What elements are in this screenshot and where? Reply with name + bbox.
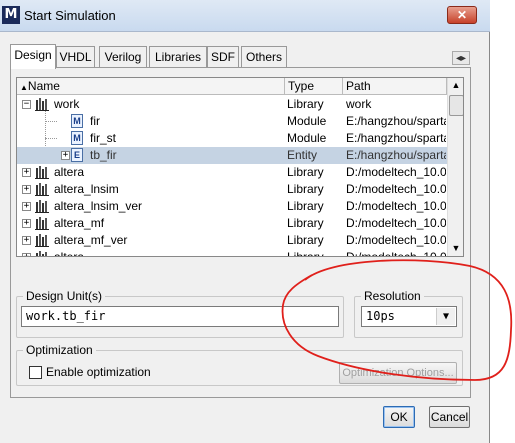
enable-optimization-checkbox[interactable] — [29, 366, 42, 379]
tree-row-path: E:/hangzhou/spartan — [346, 114, 446, 128]
tree-row-name: fir_st — [90, 131, 117, 145]
tree-row[interactable]: + altera_mf_ver Library D:/modeltech_10.0c/ — [17, 232, 447, 249]
column-header-name[interactable]: ▲Name — [17, 78, 285, 95]
tab-vhdl[interactable]: VHDL — [56, 46, 95, 68]
tree-row-name: altera_mf_ver — [54, 233, 128, 247]
resolution-dropdown[interactable]: 10ps ▼ — [361, 306, 457, 327]
tree-row-path: D:/modeltech_10.0c/ — [346, 216, 446, 230]
tree-row-path: D:/modeltech_10.0c/ — [346, 165, 446, 179]
tree-row[interactable]: + altera_lnsim_ver Library D:/modeltech_10.… — [17, 198, 447, 215]
library-icon — [35, 182, 49, 196]
tree-row-type: Module — [287, 131, 327, 145]
tree-row-path: E:/hangzhou/spartan — [346, 148, 446, 162]
design-unit-label: Design Unit(s) — [23, 289, 106, 303]
expand-icon[interactable]: + — [22, 202, 31, 211]
tree-row-name: altera_mf — [54, 216, 105, 230]
tree-row-path: D:/modeltech_10.0c/ — [346, 182, 446, 196]
tree-row-type: Module — [287, 114, 327, 128]
expand-icon[interactable]: + — [22, 168, 31, 177]
tree-row-type: Library — [287, 165, 324, 179]
tree-row-path: D:/modeltech_10.0c/ — [346, 250, 446, 257]
tree-row[interactable]: + altera_... Library D:/modeltech_10.0c/ — [17, 249, 447, 257]
resolution-value: 10ps — [366, 309, 395, 323]
enable-optimization-label[interactable]: Enable optimization — [46, 365, 151, 379]
tree-row-name: work — [54, 97, 80, 111]
library-icon — [35, 97, 49, 111]
tab-design[interactable]: Design — [10, 44, 56, 69]
optimization-group: Optimization Enable optimization Optimiz… — [16, 343, 463, 386]
tree-row[interactable]: + altera Library D:/modeltech_10.0c/ — [17, 164, 447, 181]
tree-row-name: altera_lnsim — [54, 182, 119, 196]
tree-row[interactable]: + altera_lnsim Library D:/modeltech_10.0c/ — [17, 181, 447, 198]
expand-icon[interactable]: + — [22, 219, 31, 228]
tree-row-name: tb_fir — [90, 148, 117, 162]
expand-icon[interactable]: + — [22, 236, 31, 245]
expand-icon[interactable]: + — [61, 151, 70, 160]
optimization-label: Optimization — [23, 343, 96, 357]
dropdown-arrow-icon[interactable]: ▼ — [436, 308, 455, 325]
tree-row-type: Library — [287, 216, 324, 230]
tree-row-name: fir — [90, 114, 100, 128]
tree-row-path: D:/modeltech_10.0c/ — [346, 233, 446, 247]
tab-others[interactable]: Others — [241, 46, 287, 68]
tab-sdf[interactable]: SDF — [207, 46, 239, 68]
tree-row-type: Entity — [287, 148, 318, 162]
tree-row[interactable]: − work Library work — [17, 96, 447, 113]
tree-row-path: D:/modeltech_10.0c/ — [346, 199, 446, 213]
resolution-label: Resolution — [361, 289, 424, 303]
tree-row[interactable]: + altera_mf Library D:/modeltech_10.0c/ — [17, 215, 447, 232]
resolution-group: Resolution 10ps ▼ — [354, 289, 463, 338]
tree-row-type: Library — [287, 250, 324, 257]
library-icon — [35, 216, 49, 230]
library-icon — [35, 199, 49, 213]
tree-row[interactable]: + Etb_fir Entity E:/hangzhou/spartan — [17, 147, 447, 164]
column-header-type[interactable]: Type — [285, 78, 343, 95]
vertical-scrollbar[interactable]: ▲ ▼ — [447, 78, 463, 256]
column-header-path[interactable]: Path — [343, 78, 447, 95]
ok-button[interactable]: OK — [383, 406, 415, 428]
collapse-icon[interactable]: − — [22, 100, 31, 109]
library-icon — [35, 250, 49, 256]
module-file-icon: M — [71, 114, 83, 128]
cancel-button[interactable]: Cancel — [429, 406, 470, 428]
vertical-scroll-thumb[interactable] — [449, 95, 463, 116]
entity-icon: E — [71, 148, 83, 162]
module-file-icon: M — [71, 131, 83, 145]
tree-row-path: work — [346, 97, 372, 111]
close-button[interactable]: ✕ — [447, 6, 477, 24]
start-simulation-dialog: M Start Simulation ✕ Design VHDL Verilog… — [0, 0, 490, 443]
design-unit-group: Design Unit(s) work.tb_fir — [16, 289, 344, 338]
tree-row[interactable]: Mfir_st Module E:/hangzhou/spartan — [17, 130, 447, 147]
expand-icon[interactable]: + — [22, 253, 31, 256]
sort-arrow-icon: ▲ — [20, 83, 28, 92]
tree-row-type: Library — [287, 97, 324, 111]
window-title: Start Simulation — [24, 8, 116, 23]
scroll-down-arrow-icon[interactable]: ▼ — [448, 241, 463, 256]
tree-row-type: Library — [287, 199, 324, 213]
modelsim-app-icon: M — [2, 6, 20, 24]
expand-icon[interactable]: + — [22, 185, 31, 194]
tree-row-type: Library — [287, 233, 324, 247]
design-tree: ▲Name Type Path − work Library work Mfir Modu… — [16, 77, 464, 257]
tree-row-name: altera_... — [54, 250, 101, 257]
tab-scroll-arrows[interactable]: ◂▸ — [452, 51, 470, 65]
optimization-options-button[interactable]: Optimization Options... — [339, 362, 457, 384]
tree-row-path: E:/hangzhou/spartan — [346, 131, 446, 145]
tree-row-type: Library — [287, 182, 324, 196]
tab-libraries[interactable]: Libraries — [149, 46, 207, 68]
library-icon — [35, 165, 49, 179]
tree-row-name: altera_lnsim_ver — [54, 199, 143, 213]
library-icon — [35, 233, 49, 247]
tab-verilog[interactable]: Verilog — [99, 46, 147, 68]
design-unit-input[interactable]: work.tb_fir — [21, 306, 339, 327]
tree-row[interactable]: Mfir Module E:/hangzhou/spartan — [17, 113, 447, 130]
scroll-up-arrow-icon[interactable]: ▲ — [448, 78, 463, 94]
tree-row-name: altera — [54, 165, 85, 179]
title-bar: M Start Simulation ✕ — [0, 0, 490, 32]
tree-header: ▲Name Type Path — [17, 78, 447, 95]
